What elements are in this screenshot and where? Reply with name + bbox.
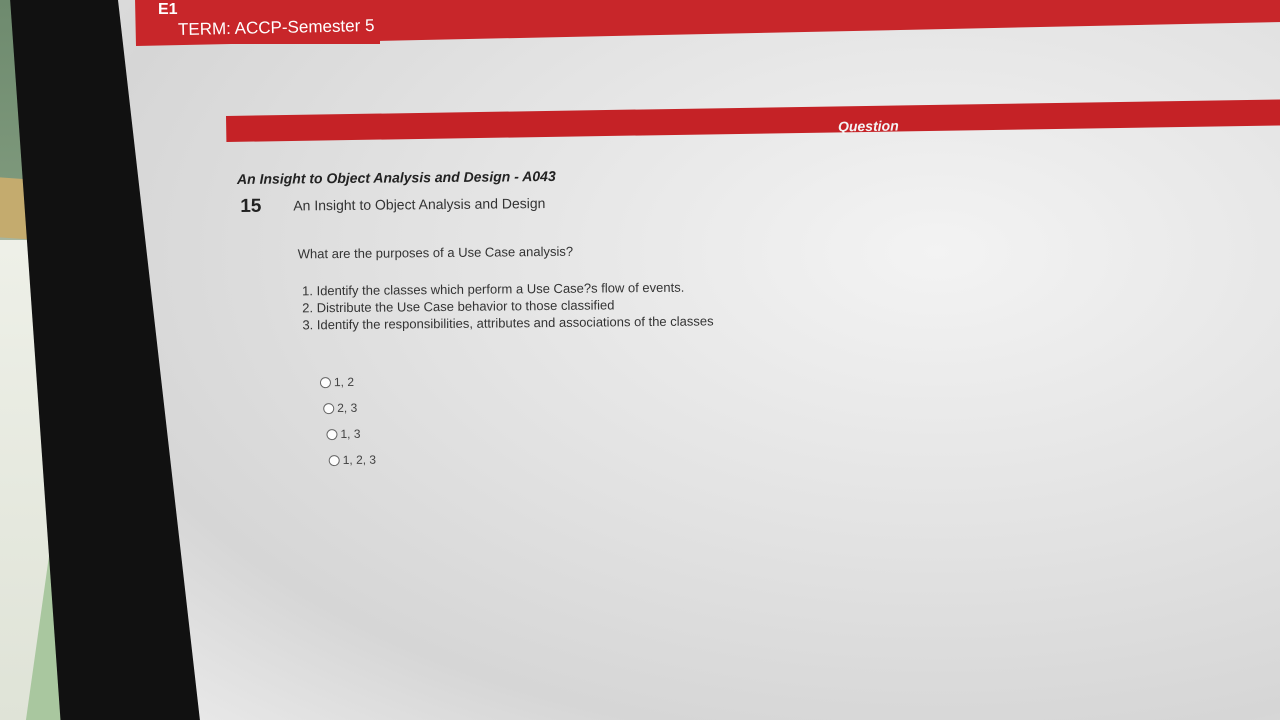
radio-button-icon[interactable] [326,428,338,440]
question-topic: An Insight to Object Analysis and Design [293,195,546,214]
answer-options: 1, 2 2, 3 1, 3 1, 2, 3 [319,369,377,474]
answer-option-2[interactable]: 2, 3 [323,395,376,422]
statement-list: 1. Identify the classes which perform a … [302,278,714,333]
answer-option-4[interactable]: 1, 2, 3 [328,447,377,473]
question-text: What are the purposes of a Use Case anal… [297,243,574,262]
radio-button-icon[interactable] [328,454,340,466]
radio-button-icon[interactable] [319,376,332,388]
statement-item: 3. Identify the responsibilities, attrib… [302,313,714,333]
answer-option-3[interactable]: 1, 3 [326,421,376,447]
answer-option-label: 1, 2, 3 [342,452,377,467]
answer-option-label: 2, 3 [337,400,358,416]
question-number: 15 [240,195,262,217]
question-content: An Insight to Object Analysis and Design… [0,0,1280,720]
answer-option-label: 1, 3 [340,426,361,442]
subject-title: An Insight to Object Analysis and Design… [236,167,556,187]
radio-button-icon[interactable] [323,402,335,414]
answer-option-label: 1, 2 [333,374,355,390]
answer-option-1[interactable]: 1, 2 [319,369,376,396]
